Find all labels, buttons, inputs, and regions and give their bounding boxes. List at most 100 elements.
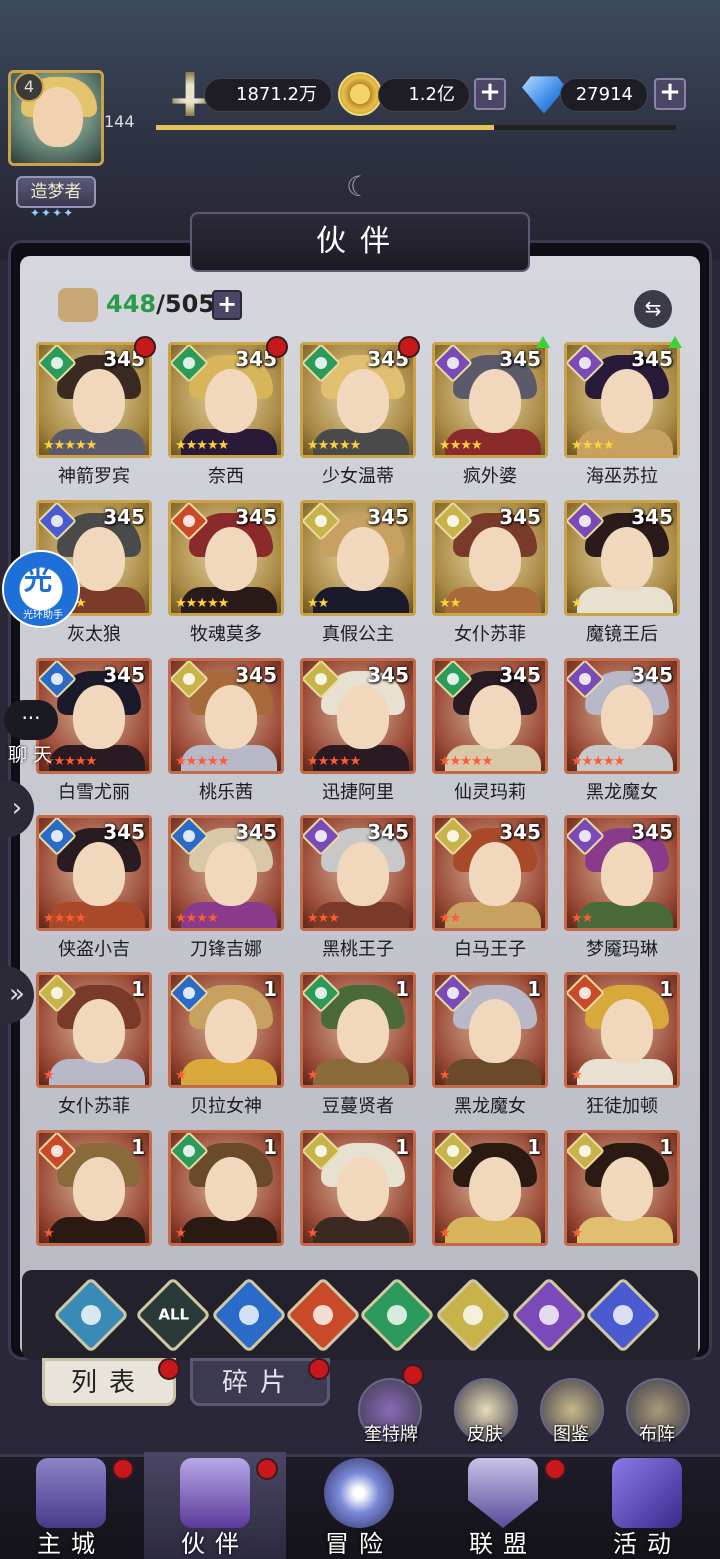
hero-level: 345	[367, 505, 409, 529]
hero-portrait	[601, 369, 653, 433]
hero-card[interactable]: 345 ★★★★★	[300, 342, 416, 458]
codex-label[interactable]: 图鉴	[526, 1420, 616, 1446]
hero-level: 345	[235, 663, 277, 687]
tarot-cards-label[interactable]: 奎特牌	[346, 1420, 436, 1446]
hero-card[interactable]: 1 ★	[564, 1130, 680, 1246]
hero-portrait	[337, 1157, 389, 1221]
hero-card[interactable]: 1 ★	[432, 972, 548, 1088]
expand-slots-button[interactable]: +	[212, 290, 242, 320]
hero-body	[445, 1217, 541, 1243]
hero-portrait	[337, 842, 389, 906]
skins-label[interactable]: 皮肤	[440, 1420, 530, 1446]
crescent-moon-icon: ☾	[346, 170, 372, 203]
hero-stars: ★★★★★	[43, 438, 97, 453]
hero-body	[577, 587, 673, 613]
hero-notification-dot	[266, 336, 288, 358]
add-diamond-button[interactable]: +	[654, 78, 686, 110]
nav-adventure[interactable]: 冒险	[288, 1452, 430, 1559]
hero-name: 侠盗小吉	[58, 939, 130, 960]
hero-card[interactable]: 345 ★★★★★	[432, 658, 548, 774]
hero-card[interactable]: 345 ★★★★★	[564, 658, 680, 774]
hero-card[interactable]: 345 ★★★★	[564, 342, 680, 458]
hero-name: 疯外婆	[463, 466, 517, 487]
nav-main-city-label: 主城	[37, 1530, 105, 1558]
nav-alliance-notification-dot	[544, 1458, 566, 1480]
panel-title-plate: 伙伴	[190, 212, 530, 272]
hero-portrait	[73, 999, 125, 1063]
hero-stars: ★★★	[307, 911, 340, 926]
hero-level: 345	[499, 820, 541, 844]
hero-level: 1	[527, 977, 541, 1001]
hero-stars: ★★★★	[43, 911, 87, 926]
player-title-badge[interactable]: 造梦者	[16, 176, 96, 208]
hero-portrait	[601, 999, 653, 1063]
hero-card[interactable]: 1 ★	[432, 1130, 548, 1246]
hero-card[interactable]: 345 ★★★	[300, 815, 416, 931]
hero-name: 少女温蒂	[322, 466, 394, 487]
hero-level: 1	[659, 1135, 673, 1159]
hero-card[interactable]: 1 ★	[300, 972, 416, 1088]
hero-card[interactable]: 345 ★★★★★	[168, 500, 284, 616]
dark-element-icon	[539, 1305, 559, 1325]
hero-stars: ★	[175, 1068, 187, 1083]
hero-name: 魔镜王后	[586, 624, 658, 645]
nav-events[interactable]: 活动	[576, 1452, 718, 1559]
hero-card[interactable]: 345 ★★★★	[432, 342, 548, 458]
hero-stars: ★★★★★	[307, 438, 361, 453]
hero-portrait	[469, 1157, 521, 1221]
hero-portrait	[337, 999, 389, 1063]
chat-bubble-icon[interactable]: ···	[4, 700, 58, 740]
hero-portrait	[73, 842, 125, 906]
hero-card[interactable]: 345 ★★★★★	[36, 342, 152, 458]
hero-card[interactable]: 1 ★	[36, 972, 152, 1088]
hero-card[interactable]: 1 ★	[168, 1130, 284, 1246]
gold-value: 1.2亿	[378, 78, 470, 112]
hero-card[interactable]: 345 ★★★★★	[168, 342, 284, 458]
partner-count: 448/505	[106, 290, 215, 318]
hero-name: 黑桃王子	[322, 939, 394, 960]
add-gold-button[interactable]: +	[474, 78, 506, 110]
hero-portrait	[337, 527, 389, 591]
hero-stars: ★★★★★	[307, 754, 361, 769]
tab-list[interactable]: 列表	[42, 1358, 176, 1406]
hero-card[interactable]: 345 ★★★★★	[300, 658, 416, 774]
upgrade-arrow-icon	[668, 336, 682, 348]
hero-portrait	[469, 527, 521, 591]
hero-level: 1	[131, 977, 145, 1001]
sort-toggle-button[interactable]: ⇆	[634, 290, 672, 328]
hero-level: 345	[103, 505, 145, 529]
hero-card[interactable]: 345 ★★	[432, 815, 548, 931]
hero-stars: ★★★★	[175, 911, 219, 926]
formation-label[interactable]: 布阵	[612, 1420, 702, 1446]
aura-helper-button[interactable]: 光 光环助手	[2, 550, 80, 628]
hero-name: 女仆苏菲	[454, 624, 526, 645]
hero-stars: ★	[571, 1068, 583, 1083]
hero-card[interactable]: 345 ★★	[300, 500, 416, 616]
hero-card[interactable]: 1 ★	[564, 972, 680, 1088]
hero-card[interactable]: 345 ★★★★	[168, 815, 284, 931]
hero-card[interactable]: 1 ★	[36, 1130, 152, 1246]
hero-card[interactable]: 1 ★	[168, 972, 284, 1088]
witch-hat-icon	[180, 1458, 250, 1528]
hero-card[interactable]: 345 ★★★★★	[168, 658, 284, 774]
hero-name: 刀锋吉娜	[190, 939, 262, 960]
hero-stars: ★★	[439, 911, 461, 926]
hero-stars: ★★★★★	[439, 754, 493, 769]
hero-portrait	[601, 685, 653, 749]
hero-level: 345	[367, 820, 409, 844]
hero-card[interactable]: 1 ★	[300, 1130, 416, 1246]
chat-label[interactable]: 聊天	[8, 740, 58, 767]
hero-portrait	[73, 527, 125, 591]
hero-portrait	[73, 685, 125, 749]
hero-card[interactable]: 345 ★★★★	[36, 815, 152, 931]
hero-name: 女仆苏菲	[58, 1096, 130, 1117]
hero-card[interactable]: 345 ★★	[564, 815, 680, 931]
hero-card[interactable]: 345 ★	[564, 500, 680, 616]
hero-stars: ★★	[307, 596, 329, 611]
diamond-value: 27914	[560, 78, 648, 112]
hero-level: 1	[527, 1135, 541, 1159]
hero-name: 贝拉女神	[190, 1096, 262, 1117]
hero-stars: ★★★★	[439, 438, 483, 453]
hero-body	[577, 1059, 673, 1085]
hero-card[interactable]: 345 ★★	[432, 500, 548, 616]
